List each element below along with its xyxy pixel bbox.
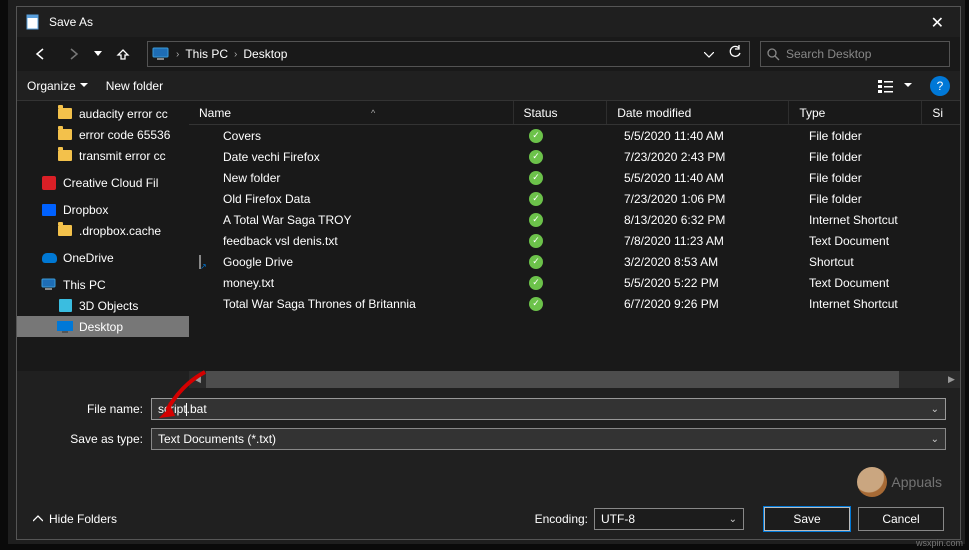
file-row[interactable]: Date vechi Firefox✓7/23/2020 2:43 PMFile… [189, 146, 960, 167]
scroll-left-icon[interactable]: ◀ [189, 371, 206, 388]
source-label: wsxpin.com [916, 538, 963, 548]
sync-ok-icon: ✓ [529, 171, 543, 185]
view-options-button[interactable] [878, 79, 912, 93]
sidebar-item-audacity-error-cc[interactable]: audacity error cc [17, 103, 189, 124]
file-row[interactable]: feedback vsl denis.txt✓7/8/2020 11:23 AM… [189, 230, 960, 251]
filetype-label: Save as type: [31, 432, 151, 446]
organize-menu[interactable]: Organize [27, 79, 88, 93]
file-list: Covers✓5/5/2020 11:40 AMFile folderDate … [189, 125, 960, 371]
encoding-label: Encoding: [535, 512, 588, 526]
encoding-select[interactable]: UTF-8 ⌄ [594, 508, 744, 530]
chevron-down-icon [80, 83, 88, 88]
chevron-down-icon[interactable]: ⌄ [729, 514, 737, 525]
file-row[interactable]: money.txt✓5/5/2020 5:22 PMText Document [189, 272, 960, 293]
search-icon [767, 48, 780, 61]
history-dropdown-icon[interactable] [91, 40, 105, 68]
cancel-button[interactable]: Cancel [858, 507, 944, 531]
scroll-right-icon[interactable]: ▶ [943, 371, 960, 388]
filename-label: File name: [31, 402, 151, 416]
sync-ok-icon: ✓ [529, 192, 543, 206]
sidebar: audacity error ccerror code 65536transmi… [17, 101, 189, 371]
sort-indicator-icon: ^ [371, 108, 375, 118]
new-folder-button[interactable]: New folder [106, 79, 163, 93]
help-button[interactable]: ? [930, 76, 950, 96]
chevron-down-icon [904, 83, 912, 88]
sync-ok-icon: ✓ [529, 276, 543, 290]
nav-bar: › This PC › Desktop Search Desktop [17, 37, 960, 71]
sidebar-item-3d-objects[interactable]: 3D Objects [17, 295, 189, 316]
breadcrumb-desktop[interactable]: Desktop [237, 47, 293, 61]
sync-ok-icon: ✓ [529, 297, 543, 311]
sidebar-item-desktop[interactable]: Desktop [17, 316, 189, 337]
column-header-name[interactable]: Name ^ [189, 101, 514, 124]
sidebar-item-error-code-65536[interactable]: error code 65536 [17, 124, 189, 145]
address-bar[interactable]: › This PC › Desktop [147, 41, 750, 67]
watermark: Appuals [857, 467, 942, 497]
chevron-up-icon [33, 514, 43, 524]
filename-input[interactable]: script.bat ⌄ [151, 398, 946, 420]
search-placeholder: Search Desktop [786, 47, 871, 61]
save-form: File name: script.bat ⌄ Save as type: Te… [17, 388, 960, 464]
sync-ok-icon: ✓ [529, 129, 543, 143]
file-row[interactable]: Total War Saga Thrones of Britannia✓6/7/… [189, 293, 960, 314]
title-bar: Save As ✕ [17, 7, 960, 37]
file-row[interactable]: Covers✓5/5/2020 11:40 AMFile folder [189, 125, 960, 146]
sync-ok-icon: ✓ [529, 234, 543, 248]
column-header-date[interactable]: Date modified [607, 101, 789, 124]
search-box[interactable]: Search Desktop [760, 41, 950, 67]
window-title: Save As [49, 15, 93, 29]
breadcrumb-thispc[interactable]: This PC [179, 47, 234, 61]
hide-folders-button[interactable]: Hide Folders [33, 512, 117, 526]
up-button[interactable] [109, 40, 137, 68]
sync-ok-icon: ✓ [529, 213, 543, 227]
column-header-type[interactable]: Type [789, 101, 922, 124]
sidebar-item-transmit-error-cc[interactable]: transmit error cc [17, 145, 189, 166]
save-button[interactable]: Save [764, 507, 850, 531]
file-list-pane: Name ^ Status Date modified Type Si Cove… [189, 101, 960, 371]
bottom-bar: Hide Folders Encoding: UTF-8 ⌄ Save Canc… [33, 507, 944, 531]
sync-ok-icon: ✓ [529, 150, 543, 164]
sidebar-item-this-pc[interactable]: This PC [17, 274, 189, 295]
close-button[interactable]: ✕ [921, 11, 954, 35]
filetype-select[interactable]: Text Documents (*.txt) ⌄ [151, 428, 946, 450]
notepad-icon [25, 14, 41, 30]
file-row[interactable]: Old Firefox Data✓7/23/2020 1:06 PMFile f… [189, 188, 960, 209]
sidebar-item--dropbox-cache[interactable]: .dropbox.cache [17, 220, 189, 241]
back-button[interactable] [27, 40, 55, 68]
chevron-down-icon[interactable]: ⌄ [931, 404, 939, 415]
file-row[interactable]: New folder✓5/5/2020 11:40 AMFile folder [189, 167, 960, 188]
toolbar: Organize New folder ? [17, 71, 960, 101]
file-row[interactable]: Google Drive✓3/2/2020 8:53 AMShortcut [189, 251, 960, 272]
column-headers: Name ^ Status Date modified Type Si [189, 101, 960, 125]
address-dropdown-icon[interactable] [699, 45, 719, 64]
forward-button[interactable] [59, 40, 87, 68]
file-row[interactable]: A Total War Saga TROY✓8/13/2020 6:32 PMI… [189, 209, 960, 230]
sidebar-item-creative-cloud-fil[interactable]: Creative Cloud Fil [17, 172, 189, 193]
thispc-icon [152, 47, 170, 61]
column-header-status[interactable]: Status [514, 101, 608, 124]
horizontal-scrollbar[interactable]: ◀ ▶ [189, 371, 960, 388]
refresh-icon[interactable] [725, 45, 745, 64]
scrollbar-thumb[interactable] [206, 371, 899, 388]
chevron-down-icon[interactable]: ⌄ [931, 434, 939, 445]
sidebar-item-dropbox[interactable]: Dropbox [17, 199, 189, 220]
sidebar-item-onedrive[interactable]: OneDrive [17, 247, 189, 268]
column-header-size[interactable]: Si [922, 101, 960, 124]
sync-ok-icon: ✓ [529, 255, 543, 269]
